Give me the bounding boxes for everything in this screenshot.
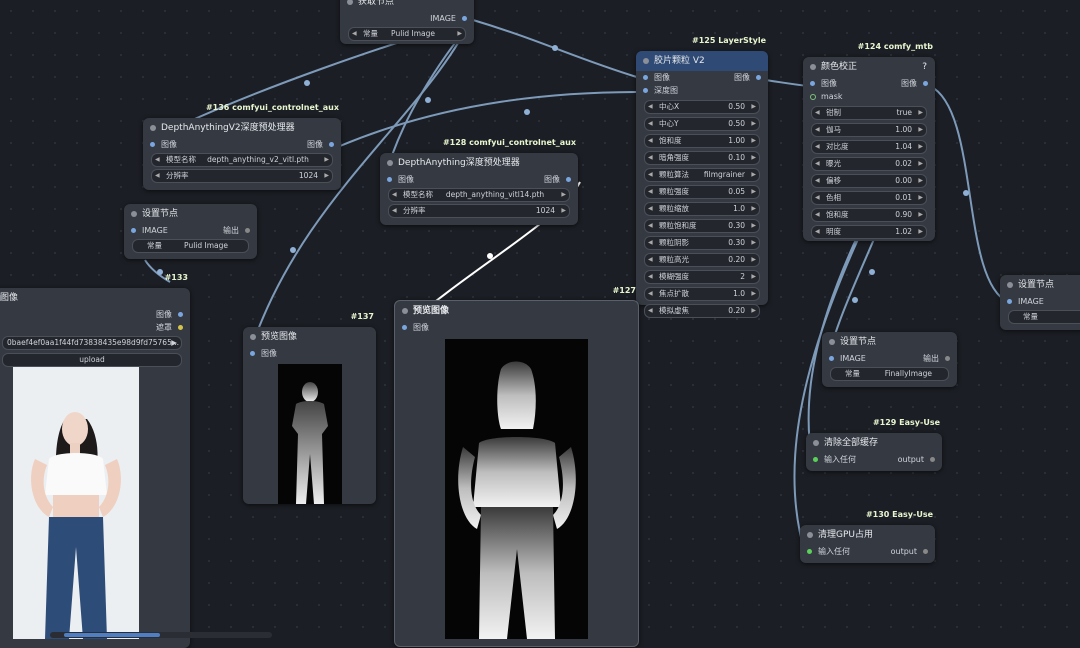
node-124-input-image[interactable]: 图像: [810, 77, 837, 90]
color-param-widget[interactable]: 曝光0.02: [811, 157, 927, 171]
grain-param-widget[interactable]: 中心Y0.50: [644, 117, 760, 131]
node-137-input[interactable]: 图像: [250, 347, 277, 360]
grain-param-widget[interactable]: 颗粒高光0.20: [644, 253, 760, 267]
node-137-title: 预览图像: [243, 327, 376, 347]
node-127-badge: #127: [612, 286, 636, 295]
node-133-output-image[interactable]: 图像: [156, 308, 183, 321]
node-127-input[interactable]: 图像: [402, 321, 429, 334]
node-124-input-mask[interactable]: mask: [810, 90, 843, 103]
node-color-correct[interactable]: #124 comfy_mtb 颜色校正? 图像 图像 mask 钳制true 伽马…: [803, 42, 935, 241]
node-clear-cache[interactable]: #129 Easy-Use 清除全部缓存 输入任何 output: [806, 418, 942, 471]
help-icon[interactable]: ?: [922, 57, 927, 77]
grain-param-widget[interactable]: 模糊强度2: [644, 270, 760, 284]
node-128-input[interactable]: 图像: [387, 173, 414, 186]
node-129-badge: #129 Easy-Use: [872, 418, 940, 427]
node-preview-large[interactable]: #127 预览图像 图像: [394, 286, 639, 647]
set-node-left-output[interactable]: 输出: [223, 224, 250, 237]
set-node-right-input[interactable]: IMAGE: [1007, 295, 1044, 308]
bottom-scrollbar[interactable]: [50, 632, 272, 638]
node-125-badge: #125 LayerStyle: [692, 36, 766, 45]
source-photo: [13, 367, 139, 639]
color-param-widget[interactable]: 伽马1.00: [811, 123, 927, 137]
grain-param-widget[interactable]: 颗粒饱和度0.30: [644, 219, 760, 233]
node-133-title: 图像: [0, 288, 190, 308]
set-node-right-title: 设置节点: [1000, 275, 1080, 295]
node-125-title: 胶片颗粒 V2: [636, 51, 768, 71]
depth-preview-large: [445, 339, 588, 639]
depth-preview-small: [278, 364, 342, 504]
node-130-output[interactable]: output: [891, 545, 929, 558]
upload-button[interactable]: upload: [2, 353, 182, 367]
node-133-output-mask[interactable]: 遮罩: [156, 321, 183, 334]
set-node-pulid[interactable]: 设置节点 IMAGE 输出 常量 Pulid Image: [124, 204, 257, 259]
node-129-title: 清除全部缓存: [806, 433, 942, 453]
get-node-title: 获取节点: [340, 0, 474, 12]
set-node-mid-output[interactable]: 输出: [923, 352, 950, 365]
set-node-right[interactable]: 设置节点 IMAGE 常量: [1000, 275, 1080, 330]
node-128-resolution-widget[interactable]: 分辨率1024: [388, 204, 570, 218]
node-125-input-depth[interactable]: 深度图: [643, 84, 678, 97]
color-param-widget[interactable]: 饱和度0.90: [811, 208, 927, 222]
grain-param-widget[interactable]: 颗粒算法filmgrainer: [644, 168, 760, 182]
node-depth-anything-v2[interactable]: #136 comfyui_controlnet_aux DepthAnythin…: [143, 103, 341, 190]
set-node-mid-title: 设置节点: [822, 332, 957, 352]
set-node-mid-input[interactable]: IMAGE: [829, 352, 866, 365]
node-124-output[interactable]: 图像: [901, 77, 928, 90]
grain-param-widget[interactable]: 饱和度1.00: [644, 134, 760, 148]
set-node-left-input[interactable]: IMAGE: [131, 224, 168, 237]
node-136-title: DepthAnythingV2深度预处理器: [143, 118, 341, 138]
node-124-title: 颜色校正?: [803, 57, 935, 77]
color-param-widget[interactable]: 钳制true: [811, 106, 927, 120]
node-133-badge: #133: [164, 273, 188, 282]
color-param-widget[interactable]: 色相0.01: [811, 191, 927, 205]
get-node-widget[interactable]: 常量 Pulid Image: [348, 27, 466, 41]
wire-124-to-setright: [929, 85, 1009, 303]
node-130-title: 清理GPU占用: [800, 525, 935, 545]
node-124-badge: #124 comfy_mtb: [857, 42, 933, 51]
node-125-output[interactable]: 图像: [734, 71, 761, 84]
set-node-mid-widget[interactable]: 常量 FinallyImage: [830, 367, 949, 381]
grain-param-widget[interactable]: 中心X0.50: [644, 100, 760, 114]
node-133-file-widget[interactable]: 0baef4ef0aa1f44fd73838435e98d9fd75765...…: [2, 336, 182, 350]
node-130-badge: #130 Easy-Use: [865, 510, 933, 519]
color-param-widget[interactable]: 对比度1.04: [811, 140, 927, 154]
node-136-input[interactable]: 图像: [150, 138, 177, 151]
set-node-left-widget[interactable]: 常量 Pulid Image: [132, 239, 249, 253]
grain-param-widget[interactable]: 暗角强度0.10: [644, 151, 760, 165]
node-preview-small[interactable]: #137 预览图像 图像: [243, 312, 376, 504]
grain-param-widget[interactable]: 焦点扩散1.0: [644, 287, 760, 301]
node-load-image[interactable]: #133 图像 图像 遮罩 0baef4ef0aa1f44fd73838435e…: [0, 273, 190, 648]
color-param-widget[interactable]: 偏移0.00: [811, 174, 927, 188]
set-node-final[interactable]: 设置节点 IMAGE 输出 常量 FinallyImage: [822, 332, 957, 387]
node-129-input[interactable]: 输入任何: [813, 453, 856, 466]
set-node-right-widget[interactable]: 常量: [1008, 310, 1080, 324]
node-136-badge: #136 comfyui_controlnet_aux: [205, 103, 339, 112]
node-137-badge: #137: [350, 312, 374, 321]
get-node-output[interactable]: IMAGE: [430, 12, 467, 25]
node-130-input[interactable]: 输入任何: [807, 545, 850, 558]
node-128-model-widget[interactable]: 模型名称depth_anything_vitl14.pth: [388, 188, 570, 202]
color-param-widget[interactable]: 明度1.02: [811, 225, 927, 239]
wire-get-to-125: [472, 19, 641, 79]
node-clear-gpu[interactable]: #130 Easy-Use 清理GPU占用 输入任何 output: [800, 510, 935, 563]
node-129-output[interactable]: output: [898, 453, 936, 466]
grain-param-widget[interactable]: 颗粒强度0.05: [644, 185, 760, 199]
node-depth-anything[interactable]: #128 comfyui_controlnet_aux DepthAnythin…: [380, 138, 578, 225]
node-125-input-image[interactable]: 图像: [643, 71, 670, 84]
node-136-output[interactable]: 图像: [307, 138, 334, 151]
node-film-grain-v2[interactable]: #125 LayerStyle 胶片颗粒 V2 图像 图像 深度图 中心X0.5…: [636, 36, 768, 318]
wire-125-to-124: [764, 79, 809, 87]
node-128-output[interactable]: 图像: [544, 173, 571, 186]
set-node-left-title: 设置节点: [124, 204, 257, 224]
node-128-title: DepthAnything深度预处理器: [380, 153, 578, 173]
grain-param-widget[interactable]: 颗粒阴影0.30: [644, 236, 760, 250]
get-node[interactable]: 获取节点 IMAGE 常量 Pulid Image: [340, 0, 474, 44]
node-136-resolution-widget[interactable]: 分辨率1024: [151, 169, 333, 183]
grain-param-widget[interactable]: 颗粒缩放1.0: [644, 202, 760, 216]
node-136-model-widget[interactable]: 模型名称depth_anything_v2_vitl.pth: [151, 153, 333, 167]
grain-param-widget[interactable]: 模拟虚焦0.20: [644, 304, 760, 318]
node-128-badge: #128 comfyui_controlnet_aux: [442, 138, 576, 147]
node-127-title: 预览图像: [395, 301, 638, 321]
